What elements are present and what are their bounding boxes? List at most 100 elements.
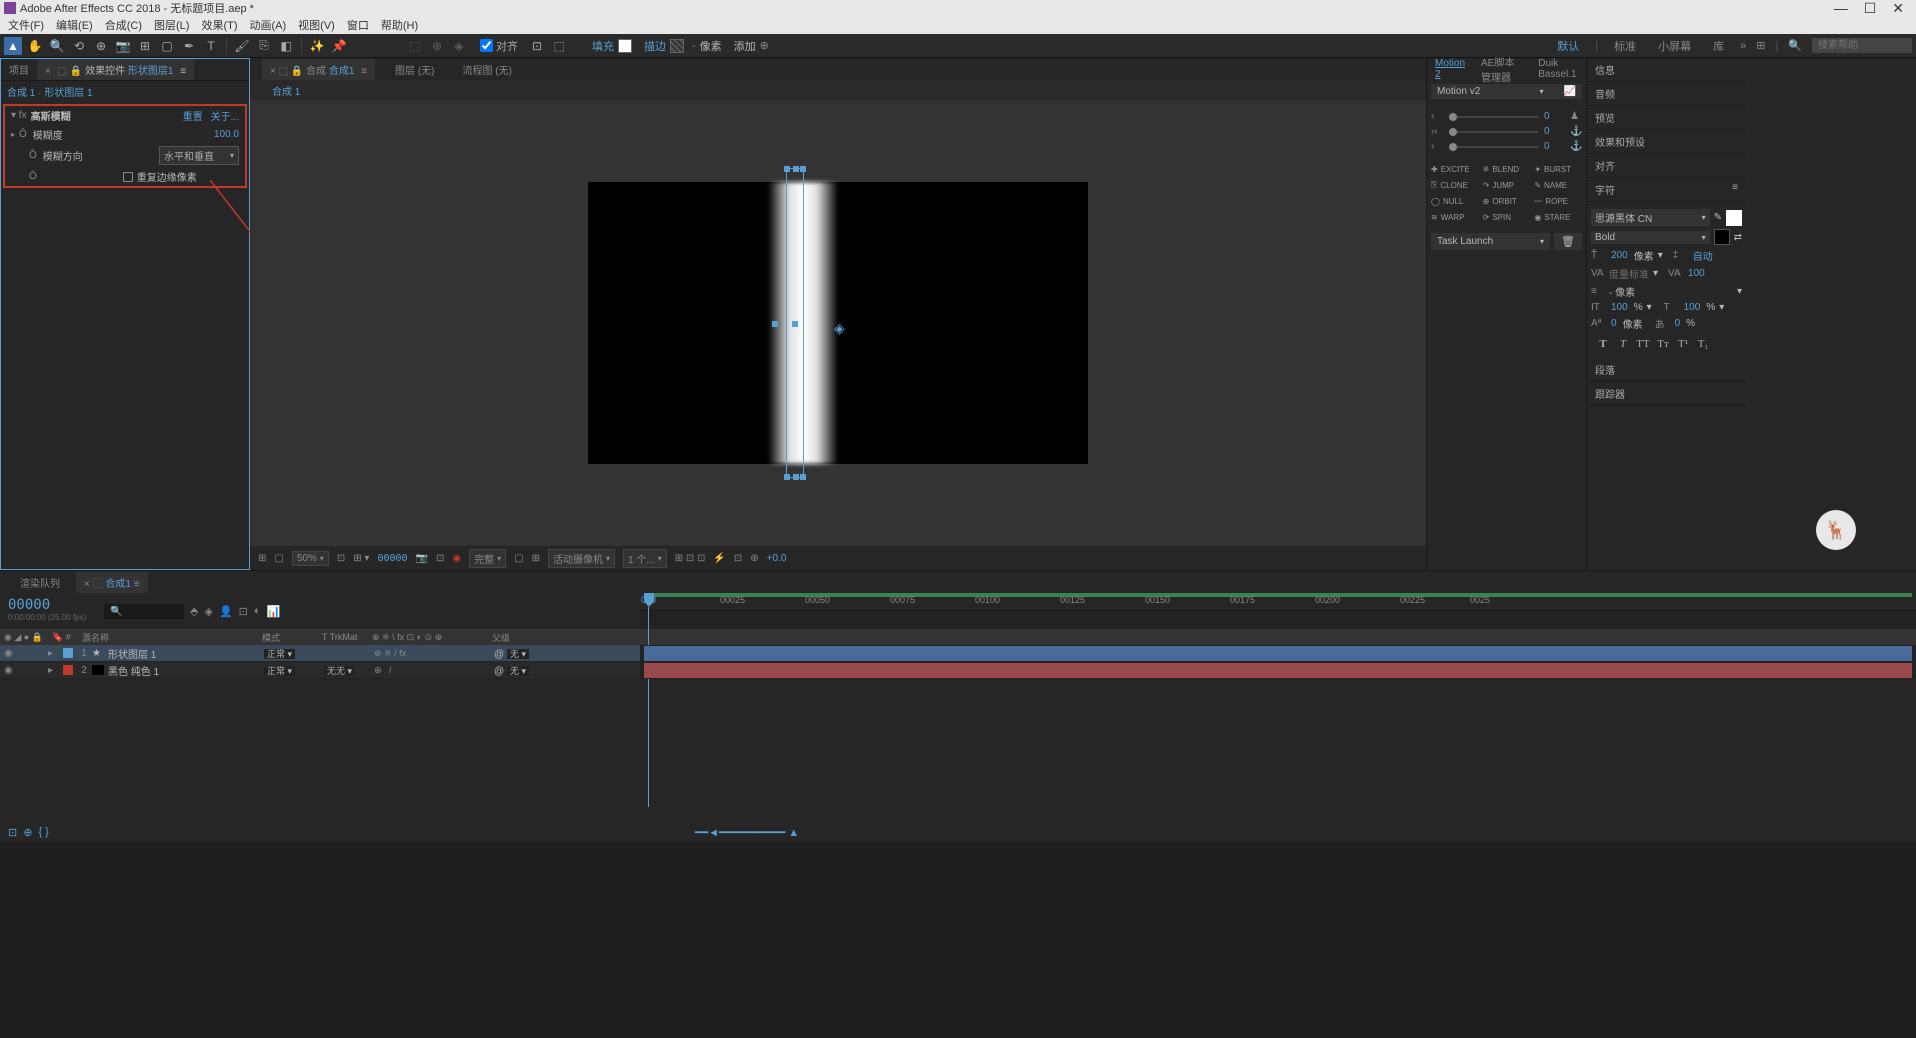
effect-name[interactable]: 高斯模糊 <box>31 108 175 123</box>
frame-blend-icon[interactable]: ⊡ <box>239 605 248 618</box>
stopwatch-icon[interactable]: Ō <box>29 150 37 161</box>
shy-icon[interactable]: 👤 <box>219 605 233 618</box>
name-button[interactable]: ✎ NAME <box>1532 177 1584 193</box>
effect-controls-tab[interactable]: × ⬚ 🔒 效果控件 形状图层1 ≡ <box>37 59 194 80</box>
parent-dropdown[interactable]: 无 ▾ <box>507 666 529 676</box>
pen-tool[interactable]: ✒ <box>180 37 198 55</box>
about-link[interactable]: 关于... <box>211 108 239 123</box>
stopwatch-icon[interactable]: Ō <box>29 171 37 182</box>
tracking-value[interactable]: 100 <box>1688 268 1705 279</box>
stroke-swatch[interactable] <box>670 39 684 53</box>
swap-icon[interactable]: ⇄ <box>1734 232 1742 243</box>
fx-toggle-icon[interactable]: ▾ fx <box>11 110 27 121</box>
menu-animation[interactable]: 动画(A) <box>246 17 291 33</box>
zoom-slider[interactable]: ━━◄━━━━━━━━━━ ▲ <box>695 826 799 839</box>
layer-name[interactable]: 形状图层 1 <box>104 646 264 661</box>
current-time[interactable]: 00000 0:00:00:00 (25.00 fps) <box>0 593 100 629</box>
av-column-header[interactable]: ◉ ◢ ● 🔒 <box>0 632 48 643</box>
puppet-tool[interactable]: 📌 <box>330 37 348 55</box>
expand-icon[interactable]: ▸ <box>48 665 60 676</box>
render-queue-tab[interactable]: 渲染队列 <box>12 572 68 593</box>
motion-blur-icon[interactable]: ◐ <box>254 605 261 617</box>
clone-tool[interactable]: ⎘ <box>255 37 273 55</box>
stroke-width[interactable]: - <box>692 40 696 52</box>
snapping-icon[interactable]: ⊡ <box>528 37 546 55</box>
viewer-canvas[interactable]: ◈ <box>250 100 1426 546</box>
parent-column[interactable]: 父级 <box>488 631 578 644</box>
info-panel-header[interactable]: 信息 <box>1587 58 1746 82</box>
task-delete-button[interactable]: 🗑 <box>1554 233 1582 250</box>
blend-button[interactable]: ※ BLEND <box>1481 162 1533 177</box>
pickwhip-icon[interactable]: @ <box>494 666 504 677</box>
excite-button[interactable]: ✚ EXCITE <box>1429 162 1481 177</box>
smallcaps-button[interactable]: Tᴛ <box>1655 338 1671 350</box>
layer-row-2[interactable]: ◉ ▸ 2 黑色 纯色 1 正常 ▾ 无无 ▾ ⊕ / @ 无 ▾ <box>0 662 640 679</box>
layer-switches[interactable]: ⊕ / <box>374 665 494 676</box>
rectangle-tool[interactable]: ▢ <box>158 37 176 55</box>
menu-file[interactable]: 文件(F) <box>4 17 48 33</box>
stopwatch-icon[interactable]: Ō <box>19 129 27 140</box>
slider-ease-out[interactable]: › 0 ⚓ <box>1431 141 1582 152</box>
blend-mode-dropdown[interactable]: 正常 ▾ <box>264 649 295 659</box>
timeline-search[interactable] <box>104 604 184 619</box>
rope-button[interactable]: 〰 ROPE <box>1532 193 1584 210</box>
task-launch-dropdown[interactable]: Task Launch▾ <box>1431 233 1550 250</box>
leading-value[interactable]: 自动 <box>1693 248 1713 263</box>
font-weight-dropdown[interactable]: Bold▾ <box>1591 231 1710 244</box>
timecode[interactable]: 00000 <box>377 553 407 564</box>
mode-column[interactable]: 模式 <box>258 631 318 644</box>
timeline-bars[interactable] <box>640 645 1916 679</box>
toggle-brackets-icon[interactable]: { } <box>38 826 48 838</box>
label-column-header[interactable]: 🔖 # <box>48 632 78 643</box>
color-icon[interactable]: ◉ <box>452 553 461 564</box>
blurriness-value[interactable]: 100.0 <box>214 129 239 140</box>
slider-ease-in[interactable]: ‹ 0 ♟ <box>1431 111 1582 122</box>
workspace-default[interactable]: 默认 <box>1551 36 1585 56</box>
menu-composition[interactable]: 合成(C) <box>101 17 146 33</box>
snapping-icon-2[interactable]: ⬚ <box>550 37 568 55</box>
motion2-tab[interactable]: Motion 2 <box>1427 55 1473 83</box>
search-input[interactable] <box>1812 38 1912 53</box>
workspace-overflow[interactable]: » <box>1740 40 1746 52</box>
hand-tool[interactable]: ✋ <box>26 37 44 55</box>
snap-checkbox[interactable] <box>480 39 493 52</box>
resolution-icon[interactable]: ⊡ <box>337 553 345 564</box>
layer-color[interactable] <box>63 665 73 675</box>
work-area[interactable] <box>644 593 1912 597</box>
bold-button[interactable]: T <box>1595 338 1611 350</box>
null-button[interactable]: ◯ NULL <box>1429 193 1481 210</box>
italic-button[interactable]: T <box>1615 338 1631 350</box>
views-dropdown[interactable]: 1 个...▾ <box>623 549 667 568</box>
comp-mini-flowchart-icon[interactable]: ⬘ <box>190 605 198 618</box>
trkmat-dropdown[interactable]: 无无 ▾ <box>324 666 355 676</box>
exposure[interactable]: +0.0 <box>767 553 787 564</box>
menu-edit[interactable]: 编辑(E) <box>52 17 97 33</box>
switches-column[interactable]: ⊕ ※ \ fx ⊡ ◐ ⊙ ⊕ <box>368 632 488 643</box>
text-tool[interactable]: T <box>202 37 220 55</box>
stroke-color-swatch[interactable] <box>1714 229 1730 245</box>
viewer-tab-flowchart[interactable]: 流程图 (无) <box>455 59 520 80</box>
camera-tool[interactable]: 📷 <box>114 37 132 55</box>
visibility-icon[interactable]: ◉ <box>4 665 13 676</box>
project-tab[interactable]: 项目 <box>1 59 37 80</box>
orbit-tool[interactable]: ⟲ <box>70 37 88 55</box>
orbit-button[interactable]: ⊕ ORBIT <box>1481 193 1533 210</box>
roto-tool[interactable]: ✨ <box>308 37 326 55</box>
jump-button[interactable]: ↷ JUMP <box>1481 177 1533 193</box>
timeline-icon[interactable]: ⊡ <box>734 553 742 564</box>
comp-sub-tab[interactable]: 合成 1 <box>262 81 310 100</box>
pan-behind-tool[interactable]: ⊞ <box>136 37 154 55</box>
layer-name[interactable]: 黑色 纯色 1 <box>104 663 264 678</box>
viewer-tab-layer[interactable]: 图层 (无) <box>387 59 442 80</box>
region-icon[interactable]: ▢ <box>514 553 523 564</box>
slider-ease-both[interactable]: ›‹ 0 ⚓ <box>1431 126 1582 137</box>
layer-row-1[interactable]: ◉ ▸ 1 ★ 形状图层 1 正常 ▾ ⊕ ※ / fx @ 无 ▾ <box>0 645 640 662</box>
graph-editor-icon[interactable]: 📊 <box>267 605 281 618</box>
time-ruler[interactable]: 000 00025 00050 00075 00100 00125 00150 … <box>640 593 1916 611</box>
add-label[interactable]: 添加 <box>734 38 756 54</box>
selection-box[interactable] <box>786 168 804 478</box>
workspace-standard[interactable]: 标准 <box>1608 36 1642 56</box>
ae-script-tab[interactable]: AE脚本管理器 <box>1473 51 1530 87</box>
allcaps-button[interactable]: TT <box>1635 338 1651 350</box>
fill-swatch[interactable] <box>618 39 632 53</box>
